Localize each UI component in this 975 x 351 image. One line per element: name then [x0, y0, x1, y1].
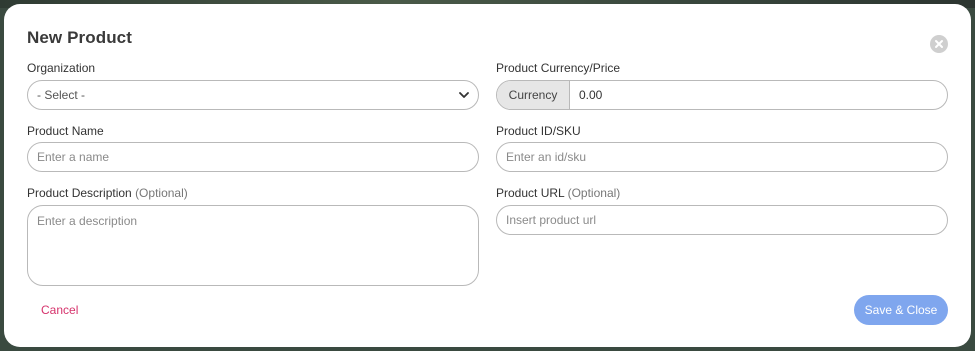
close-button[interactable]: [930, 35, 948, 53]
chevron-down-icon: [459, 92, 469, 98]
new-product-dialog: New Product Organization - Select - Prod…: [4, 4, 971, 347]
price-input[interactable]: 0.00: [570, 81, 947, 109]
product-name-label: Product Name: [27, 124, 104, 138]
product-description-label: Product Description (Optional): [27, 186, 188, 200]
product-description-label-text: Product Description: [27, 186, 132, 200]
cancel-button[interactable]: Cancel: [41, 303, 78, 317]
product-url-input[interactable]: Insert product url: [496, 205, 948, 235]
product-id-input[interactable]: Enter an id/sku: [496, 142, 948, 172]
product-description-placeholder: Enter a description: [37, 214, 138, 228]
organization-label: Organization: [27, 61, 96, 75]
save-and-close-button[interactable]: Save & Close: [854, 295, 948, 325]
product-name-input[interactable]: Enter a name: [27, 142, 479, 172]
product-description-textarea[interactable]: Enter a description: [27, 205, 479, 286]
currency-selector[interactable]: Currency: [497, 81, 570, 109]
dialog-title: New Product: [27, 28, 133, 47]
product-url-placeholder: Insert product url: [506, 213, 597, 227]
currency-price-label: Product Currency/Price: [496, 61, 621, 75]
product-id-label: Product ID/SKU: [496, 124, 581, 138]
product-url-label: Product URL (Optional): [496, 186, 620, 200]
product-id-placeholder: Enter an id/sku: [506, 150, 587, 164]
product-description-optional: (Optional): [135, 186, 188, 200]
product-name-placeholder: Enter a name: [37, 150, 110, 164]
product-url-label-text: Product URL: [496, 186, 565, 200]
product-url-optional: (Optional): [567, 186, 621, 200]
organization-selected-value: - Select -: [37, 88, 86, 102]
close-icon: [935, 40, 943, 48]
currency-price-group: Currency 0.00: [496, 80, 948, 110]
organization-select[interactable]: - Select -: [27, 80, 479, 110]
